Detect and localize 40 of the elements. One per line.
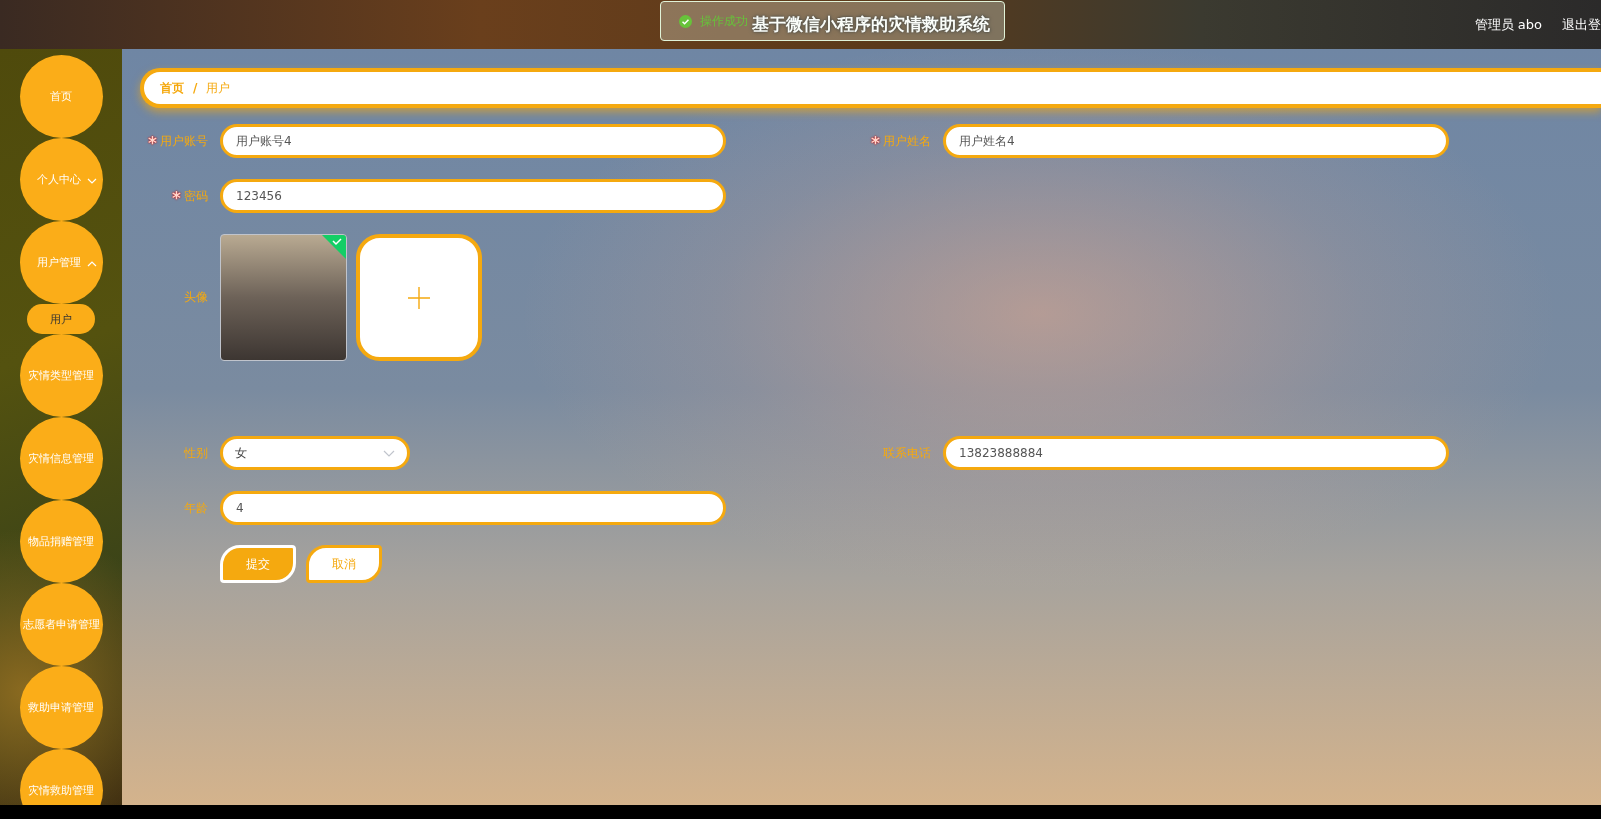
required-asterisk: * <box>871 132 880 150</box>
sidebar-menu-item[interactable]: 灾情信息管理 <box>19 417 103 500</box>
chevron-icon <box>383 449 395 457</box>
breadcrumb-link[interactable]: 首页 <box>160 79 184 97</box>
cancel-button[interactable]: 取消 <box>306 545 382 583</box>
logout-link[interactable]: 退出登 <box>1562 15 1601 34</box>
sidebar-menu-item[interactable]: 灾情类型管理 <box>19 334 103 417</box>
sidebar-menu-item[interactable]: 首页 <box>19 55 103 138</box>
required-asterisk: * <box>172 187 181 205</box>
field-label: 联系电话 <box>883 444 931 462</box>
required-asterisk: * <box>148 132 157 150</box>
sidebar-menu-item[interactable]: 救助申请管理 <box>19 666 103 749</box>
success-check-icon <box>679 14 692 28</box>
text-input-field[interactable]: 用户姓名4 <box>943 124 1449 158</box>
system-title: 基于微信小程序的灾情救助系统 <box>752 13 990 36</box>
text-input-field[interactable]: 123456 <box>220 179 726 213</box>
breadcrumb-current: 用户 <box>206 79 231 97</box>
field-label: 用户账号 <box>160 132 208 150</box>
gender-select[interactable]: 女 <box>220 436 410 470</box>
sidebar-menu-item[interactable]: 物品捐赠管理 <box>19 500 103 583</box>
text-input-field[interactable]: 4 <box>220 491 726 525</box>
breadcrumb-separator: / <box>193 81 198 95</box>
field-label: 头像 <box>184 289 208 306</box>
field-label: 年龄 <box>184 499 208 517</box>
text-input-field[interactable]: 用户账号4 <box>220 124 726 158</box>
sidebar-submenu[interactable]: 用户 <box>27 304 95 334</box>
sidebar-menu-item[interactable]: 用户管理 <box>19 221 103 304</box>
sidebar-menu-item[interactable]: 志愿者申请管理 <box>19 583 103 666</box>
upload-success-icon <box>322 235 346 259</box>
submit-button[interactable]: 提交 <box>220 545 296 583</box>
field-label: 密码 <box>184 187 208 205</box>
sidebar-menu-item[interactable]: 个人中心 <box>19 138 103 221</box>
sidebar-menu-item[interactable]: 灾情救助管理 <box>19 749 103 805</box>
upload-button[interactable] <box>356 234 482 361</box>
field-label: 性别 <box>184 444 208 462</box>
field-label: 用户姓名 <box>883 132 931 150</box>
plus-icon <box>408 286 430 309</box>
toast-message: 操作成功 <box>700 12 748 30</box>
admin-username: 管理员 abo <box>1474 15 1542 34</box>
text-input-field[interactable]: 13823888884 <box>943 436 1449 470</box>
